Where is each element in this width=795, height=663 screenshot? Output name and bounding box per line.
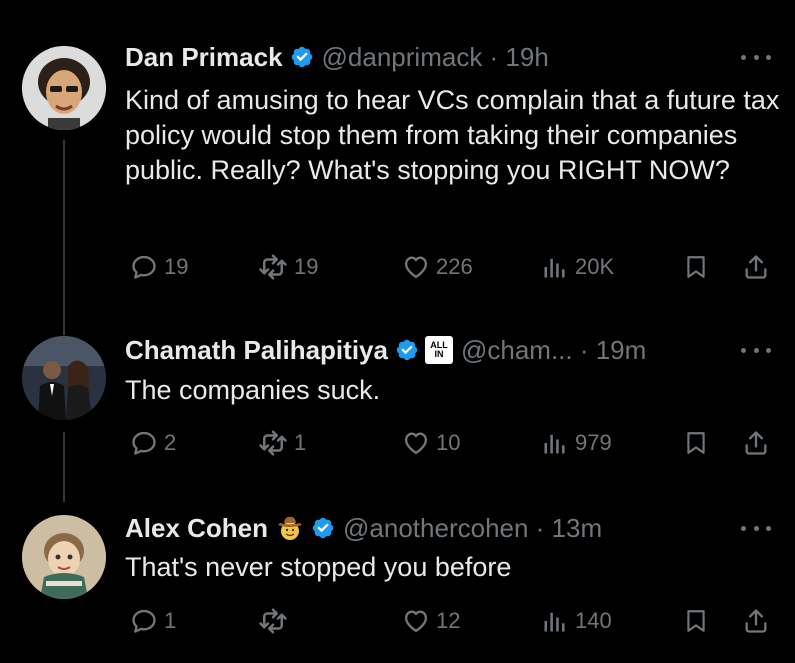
author-handle[interactable]: @cham... · 19m: [461, 335, 646, 366]
like-button[interactable]: 10: [402, 427, 460, 459]
more-icon[interactable]: [741, 523, 771, 533]
tweet-actions: 19 19 226 20K: [0, 251, 795, 283]
reply-icon: [130, 429, 158, 457]
avatar-image: [22, 336, 106, 420]
affiliate-badge-line2: IN: [434, 349, 444, 359]
tweet[interactable]: Alex Cohen @anothercohen · 13m That's ne…: [0, 495, 795, 663]
reply-button[interactable]: 19: [130, 251, 188, 283]
author-name[interactable]: Chamath Palihapitiya: [125, 335, 388, 366]
author-handle[interactable]: @danprimack · 19h: [322, 42, 549, 73]
reply-count: 2: [164, 430, 177, 455]
views-button[interactable]: 20K: [541, 251, 614, 283]
repost-count: 19: [294, 254, 319, 279]
views-button[interactable]: 140: [541, 605, 612, 637]
more-icon[interactable]: [741, 52, 771, 62]
views-icon: [541, 429, 569, 457]
views-icon: [541, 607, 569, 635]
tweet[interactable]: Chamath Palihapitiya ALL IN @cham... · 1…: [0, 310, 795, 495]
tweet-header: Alex Cohen @anothercohen · 13m: [125, 511, 602, 545]
verified-icon: [311, 516, 335, 540]
avatar[interactable]: [22, 46, 106, 130]
tweet-text: The companies suck.: [125, 375, 381, 405]
views-button[interactable]: 979: [541, 427, 612, 459]
reply-count: 19: [164, 254, 189, 279]
like-count: 10: [436, 430, 461, 455]
avatar[interactable]: [22, 515, 106, 599]
repost-icon: [258, 428, 288, 458]
like-icon: [402, 253, 430, 281]
reply-count: 1: [164, 608, 177, 633]
more-icon[interactable]: [741, 345, 771, 355]
bookmark-button[interactable]: [683, 605, 709, 637]
tweet-actions: 2 1 10 979: [0, 427, 795, 459]
affiliate-badge[interactable]: ALL IN: [424, 336, 453, 364]
repost-button[interactable]: 1: [258, 427, 306, 459]
avatar-image: [22, 515, 106, 599]
verified-icon: [395, 338, 419, 362]
bookmark-icon: [683, 253, 709, 281]
reply-button[interactable]: 1: [130, 605, 176, 637]
views-count: 140: [575, 608, 612, 633]
views-icon: [541, 253, 569, 281]
like-icon: [402, 607, 430, 635]
share-icon: [742, 253, 770, 281]
views-count: 979: [575, 430, 612, 455]
author-name[interactable]: Alex Cohen: [125, 513, 268, 544]
share-button[interactable]: [742, 251, 770, 283]
repost-button[interactable]: [258, 605, 294, 637]
share-icon: [742, 429, 770, 457]
repost-icon: [258, 606, 288, 636]
avatar[interactable]: [22, 336, 106, 420]
bookmark-button[interactable]: [683, 427, 709, 459]
bookmark-icon: [683, 607, 709, 635]
tweet-actions: 1 12 140: [0, 605, 795, 637]
repost-button[interactable]: 19: [258, 251, 318, 283]
share-button[interactable]: [742, 605, 770, 637]
share-icon: [742, 607, 770, 635]
author-name[interactable]: Dan Primack: [125, 42, 283, 73]
repost-icon: [258, 252, 288, 282]
tweet-text: Kind of amusing to hear VCs complain tha…: [125, 85, 780, 185]
verified-icon: [290, 45, 314, 69]
tweet-header: Dan Primack @danprimack · 19h: [125, 40, 549, 74]
reply-icon: [130, 253, 158, 281]
bookmark-icon: [683, 429, 709, 457]
bookmark-button[interactable]: [683, 251, 709, 283]
reply-icon: [130, 607, 158, 635]
reply-button[interactable]: 2: [130, 427, 176, 459]
like-button[interactable]: 226: [402, 251, 473, 283]
views-count: 20K: [575, 254, 615, 279]
like-icon: [402, 429, 430, 457]
tweet-header: Chamath Palihapitiya ALL IN @cham... · 1…: [125, 333, 646, 367]
like-button[interactable]: 12: [402, 605, 460, 637]
repost-count: 1: [294, 430, 307, 455]
author-handle[interactable]: @anothercohen · 13m: [343, 513, 602, 544]
tweet-text: That's never stopped you before: [125, 552, 512, 582]
share-button[interactable]: [742, 427, 770, 459]
like-count: 12: [436, 608, 461, 633]
avatar-image: [22, 46, 106, 130]
like-count: 226: [436, 254, 473, 279]
cowboy-face-icon: [278, 516, 303, 540]
tweet[interactable]: Dan Primack @danprimack · 19h Kind of am…: [0, 0, 795, 310]
